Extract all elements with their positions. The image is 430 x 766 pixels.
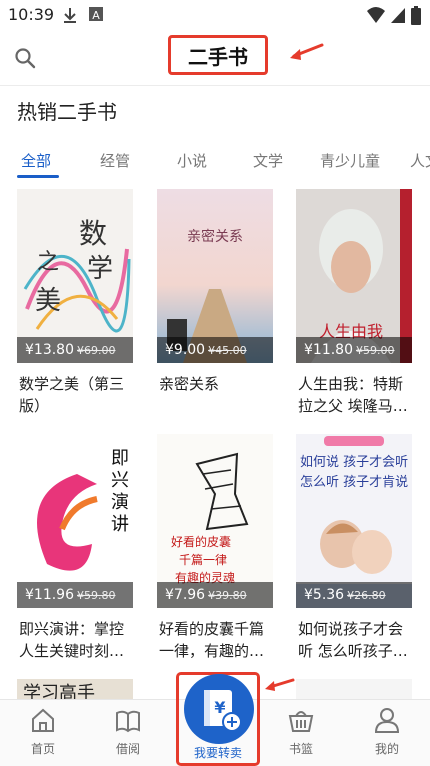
price-bar: ¥11.96 ¥59.80	[17, 582, 133, 608]
status-time: 10:39	[8, 5, 55, 24]
status-bar: 10:39 A	[0, 0, 430, 30]
download-icon	[64, 8, 76, 23]
svg-text:千篇一律: 千篇一律	[179, 552, 227, 567]
book-title[interactable]: 亲密关系	[159, 373, 275, 395]
user-icon	[374, 708, 400, 733]
nav-borrow[interactable]: 借阅	[98, 706, 158, 757]
book-price: ¥11.96	[25, 587, 74, 603]
tab-humanities[interactable]: 人文	[410, 150, 430, 171]
tab-business[interactable]: 经管	[100, 150, 130, 171]
top-bar: 二手书	[0, 30, 430, 85]
signal-icon	[391, 8, 405, 23]
svg-text:好看的皮囊: 好看的皮囊	[171, 534, 231, 549]
svg-text:亲密关系: 亲密关系	[187, 228, 243, 245]
price-bar: ¥9.00 ¥45.00	[157, 337, 273, 363]
nav-mine-label: 我的	[374, 742, 399, 756]
tab-all[interactable]: 全部	[21, 150, 51, 171]
battery-icon	[411, 6, 421, 25]
tab-novel[interactable]: 小说	[177, 150, 207, 171]
price-bar: ¥13.80 ¥69.00	[17, 337, 133, 363]
book-price: ¥9.00	[165, 342, 206, 358]
book-price: ¥5.36	[304, 587, 345, 603]
svg-text:之: 之	[37, 250, 59, 275]
tab-children[interactable]: 青少儿童	[320, 150, 380, 171]
wifi-icon	[367, 7, 385, 23]
nav-home[interactable]: 首页	[13, 706, 73, 757]
search-icon[interactable]	[14, 47, 36, 69]
nav-mine[interactable]: 我的	[357, 706, 417, 757]
book-open-icon	[116, 710, 140, 733]
book-price: ¥7.96	[165, 587, 206, 603]
resell-button[interactable]: ¥	[184, 674, 254, 744]
price-bar: ¥7.96 ¥39.80	[157, 582, 273, 608]
tab-literature[interactable]: 文学	[253, 150, 283, 171]
nav-borrow-label: 借阅	[115, 742, 140, 756]
svg-text:A: A	[92, 9, 100, 22]
nav-basket-label: 书篮	[288, 742, 313, 756]
svg-text:兴: 兴	[111, 470, 129, 491]
book-original-price: ¥59.80	[77, 588, 116, 602]
book-price: ¥11.80	[304, 342, 353, 358]
nav-basket[interactable]: 书篮	[271, 706, 331, 757]
page-title: 二手书	[168, 35, 268, 75]
basket-icon	[288, 711, 314, 732]
price-bar: ¥5.36 ¥26.80	[296, 582, 412, 608]
book-cover: 人生由我 ¥11.80 ¥59.00	[296, 189, 412, 363]
book-price: ¥13.80	[25, 342, 74, 358]
book-original-price: ¥39.80	[208, 588, 247, 602]
svg-text:即: 即	[111, 448, 129, 469]
nav-resell-label[interactable]: 我要转卖	[176, 744, 260, 761]
svg-text:如何说 孩子才会听: 如何说 孩子才会听	[300, 454, 408, 470]
svg-text:学: 学	[87, 254, 113, 284]
annotation-arrow	[265, 678, 295, 691]
book-title[interactable]: 即兴演讲：掌控人生关键时刻…	[19, 618, 135, 662]
book-title[interactable]: 如何说孩子才会听 怎么听孩子…	[298, 618, 414, 662]
tab-active-indicator	[17, 175, 59, 178]
book-cover: 数 之 学 美 ¥13.80 ¥69.00	[17, 189, 133, 363]
category-tabs: 全部 经管 小说 文学 青少儿童 人文	[0, 142, 430, 182]
annotation-arrow	[290, 43, 324, 60]
cover-art: 学习高手	[17, 679, 133, 699]
book-cover: 好看的皮囊 千篇一律 有趣的灵魂 ¥7.96 ¥39.80	[157, 434, 273, 608]
book-title[interactable]: 人生由我：特斯拉之父 埃隆马…	[298, 373, 414, 417]
book-cover: 如何说 孩子才会听 怎么听 孩子才肯说 ¥5.36 ¥26.80	[296, 434, 412, 608]
book-cover: 亲密关系 ¥9.00 ¥45.00	[157, 189, 273, 363]
price-bar: ¥11.80 ¥59.00	[296, 337, 412, 363]
nav-home-label: 首页	[30, 742, 55, 756]
book-title[interactable]: 好看的皮囊千篇一律，有趣的…	[159, 618, 275, 662]
svg-text:讲: 讲	[111, 514, 129, 535]
book-cover-partial[interactable]: 学习高手	[17, 679, 133, 699]
book-cover: 即 兴 演 讲 ¥11.96 ¥59.80	[17, 434, 133, 608]
svg-text:怎么听 孩子才肯说: 怎么听 孩子才肯说	[300, 475, 408, 490]
svg-text:¥: ¥	[214, 698, 225, 717]
header-divider	[0, 85, 430, 86]
home-icon	[32, 708, 54, 732]
svg-text:美: 美	[35, 286, 61, 316]
book-cover-partial[interactable]	[296, 679, 412, 699]
book-original-price: ¥59.00	[356, 343, 395, 357]
book-title[interactable]: 数学之美（第三版）	[19, 373, 135, 417]
bottom-nav: 首页 借阅 ¥ 我要转卖 书篮 我的	[0, 672, 430, 766]
resell-book-icon: ¥	[204, 690, 242, 732]
svg-text:演: 演	[111, 492, 129, 513]
book-original-price: ¥45.00	[208, 343, 247, 357]
section-title: 热销二手书	[17, 100, 117, 124]
book-original-price: ¥26.80	[347, 588, 386, 602]
svg-text:学习高手: 学习高手	[23, 683, 95, 699]
svg-text:数: 数	[79, 217, 107, 250]
book-original-price: ¥69.00	[77, 343, 116, 357]
notification-a-icon: A	[89, 7, 103, 22]
